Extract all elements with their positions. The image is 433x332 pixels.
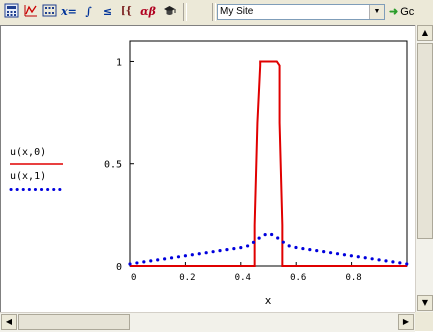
legend-line-red (10, 163, 63, 165)
series-point-1 (176, 255, 181, 259)
x-tick-label: 0.2 (179, 273, 195, 283)
graph-icon[interactable] (22, 3, 39, 20)
go-arrow-icon: ➜ (389, 6, 399, 18)
scroll-up-button[interactable]: ▲ (417, 25, 433, 41)
evaluate-icon[interactable]: x= (60, 3, 78, 20)
series-point-1 (377, 258, 381, 262)
series-point-1 (294, 245, 298, 250)
legend-line-blue-dotted (9, 188, 65, 191)
calculator-icon[interactable] (3, 3, 20, 20)
calculus-icon[interactable]: ∫ (80, 3, 97, 20)
series-point-1 (315, 249, 319, 253)
series-point-1 (211, 250, 215, 254)
y-tick-label: 0 (116, 262, 122, 273)
y-tick-label: 0.5 (104, 160, 122, 171)
matrix-icon[interactable] (41, 3, 58, 20)
series-point-1 (204, 251, 208, 255)
series-point-1 (335, 252, 340, 256)
toolbar-separator (183, 3, 187, 21)
series-point-1 (276, 236, 280, 240)
series-line-0 (130, 60, 407, 267)
series-point-1 (251, 240, 256, 244)
series-point-1 (190, 253, 194, 257)
scroll-left-button[interactable]: ◀ (1, 314, 17, 330)
series-point-1 (398, 261, 402, 265)
series-point-1 (225, 248, 229, 252)
series-point-1 (218, 249, 222, 253)
vertical-scrollbar[interactable]: ▲ ▼ (415, 25, 433, 312)
series-point-1 (197, 252, 201, 256)
site-select[interactable]: My Site ▼ (217, 4, 385, 20)
series-point-1 (142, 260, 146, 264)
vertical-scroll-thumb[interactable] (417, 43, 433, 239)
series-point-1 (405, 262, 409, 266)
series-point-1 (287, 244, 291, 248)
go-label: Gc (400, 6, 415, 18)
series-point-1 (391, 260, 395, 264)
legend-label-u-x-0: u(x,0) (10, 147, 47, 158)
symbolic-icon[interactable] (161, 3, 178, 20)
series-point-1 (149, 259, 153, 263)
site-select-value: My Site (220, 6, 254, 17)
greek-icon[interactable]: αβ (137, 3, 159, 20)
series-point-1 (128, 262, 132, 266)
series-point-1 (135, 261, 139, 265)
series-point-1 (301, 246, 305, 251)
legend-label-u-x-1: u(x,1) (10, 171, 47, 182)
plot-box (129, 40, 408, 267)
toolbar-separator (212, 3, 216, 21)
series-point-1 (163, 257, 167, 261)
x-tick-label: 0.8 (345, 273, 361, 283)
series-point-1 (322, 250, 326, 254)
boolean-icon[interactable]: ≤ (99, 3, 116, 20)
scroll-down-button[interactable]: ▼ (417, 295, 433, 311)
series-point-1 (363, 256, 367, 260)
series-point-1 (342, 253, 347, 257)
x-tick-label: 0.4 (235, 273, 251, 283)
go-button[interactable]: ➜ Gc (389, 4, 433, 21)
series-point-1 (257, 236, 261, 240)
series-point-1 (328, 251, 333, 255)
y-tick-label: 1 (116, 57, 122, 68)
series-point-1 (349, 254, 353, 258)
series-point-1 (239, 245, 243, 250)
series-point-1 (263, 233, 267, 237)
worksheet-area[interactable]: 0 0.2 0.4 0.6 0.8 0 0.5 1 x u(x,0) u(x,1) (0, 25, 415, 312)
chevron-down-icon[interactable]: ▼ (369, 5, 384, 19)
x-axis-label: x (265, 294, 272, 307)
horizontal-scrollbar[interactable]: ◀ ▶ (0, 312, 415, 332)
horizontal-scroll-thumb[interactable] (18, 314, 130, 330)
series-point-1 (169, 256, 174, 260)
scroll-right-button[interactable]: ▶ (398, 314, 414, 330)
series-point-1 (183, 254, 187, 258)
series-point-1 (232, 247, 236, 251)
series-point-1 (308, 248, 312, 252)
series-point-1 (270, 232, 274, 237)
series-point-1 (384, 259, 388, 263)
math-toolbar: x= ∫ ≤ [{ αβ My Site ▼ ➜ Gc (0, 0, 433, 26)
series-point-1 (356, 255, 360, 259)
x-tick-label: 0 (131, 273, 136, 283)
x-tick-label: 0.6 (290, 273, 306, 283)
series-point-1 (370, 257, 374, 261)
series-point-1 (245, 244, 250, 248)
scrollbar-corner (415, 312, 433, 331)
plot-region[interactable]: 0 0.2 0.4 0.6 0.8 0 0.5 1 x (1, 26, 416, 313)
programming-icon[interactable]: [{ (118, 3, 135, 20)
series-point-1 (156, 258, 160, 262)
series-point-1 (281, 240, 285, 244)
